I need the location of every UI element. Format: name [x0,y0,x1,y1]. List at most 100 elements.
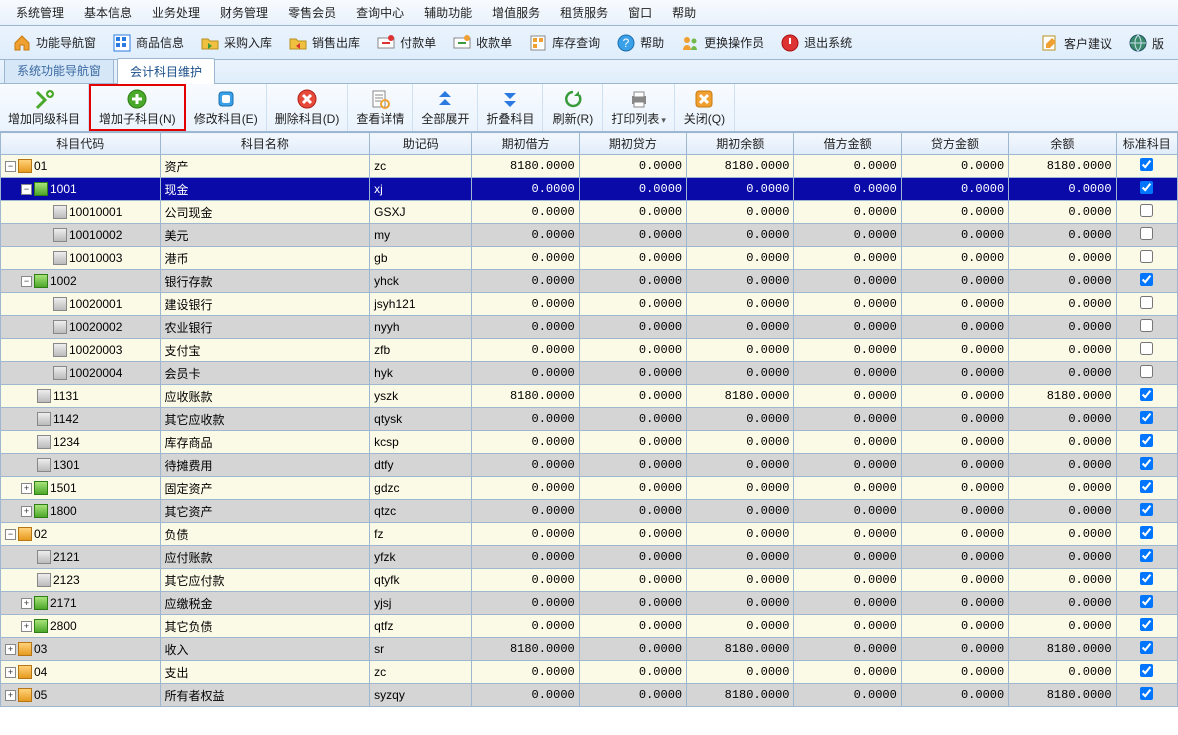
action-add-peer[interactable]: 增加同级科目 [0,84,89,131]
std-checkbox[interactable] [1140,411,1153,424]
action-add-child[interactable]: 增加子科目(N) [89,84,186,131]
tab[interactable]: 系统功能导航窗 [4,57,114,83]
cell-code[interactable]: +2171 [1,592,161,615]
menu-item[interactable]: 帮助 [662,2,706,23]
tree-toggle[interactable]: + [5,690,16,701]
table-row[interactable]: 10020003 支付宝 zfb 0.0000 0.0000 0.0000 0.… [1,339,1178,362]
column-header[interactable]: 余额 [1009,133,1116,155]
std-checkbox[interactable] [1140,549,1153,562]
toolbar-button-grid[interactable]: 商品信息 [106,31,190,55]
table-row[interactable]: 10020002 农业银行 nyyh 0.0000 0.0000 0.0000 … [1,316,1178,339]
table-row[interactable]: 10020004 会员卡 hyk 0.0000 0.0000 0.0000 0.… [1,362,1178,385]
toolbar-button-stock[interactable]: 库存查询 [522,31,606,55]
std-checkbox[interactable] [1140,204,1153,217]
cell-code[interactable]: −1002 [1,270,161,293]
menu-item[interactable]: 业务处理 [142,2,210,23]
cell-code[interactable]: −1001 [1,178,161,201]
std-checkbox[interactable] [1140,388,1153,401]
column-header[interactable]: 期初借方 [472,133,579,155]
toolbar-button-recv[interactable]: 收款单 [446,31,518,55]
menu-item[interactable]: 查询中心 [346,2,414,23]
tree-toggle[interactable]: + [21,621,32,632]
table-row[interactable]: 1234 库存商品 kcsp 0.0000 0.0000 0.0000 0.00… [1,431,1178,454]
toolbar-button-help[interactable]: ?帮助 [610,31,670,55]
column-header[interactable]: 借方金额 [794,133,901,155]
cell-code[interactable]: −01 [1,155,161,178]
tree-toggle[interactable]: + [21,598,32,609]
toolbar-button-globe[interactable]: 版 [1122,31,1170,55]
menu-item[interactable]: 窗口 [618,2,662,23]
toolbar-button-user[interactable]: 更换操作员 [674,31,770,55]
toolbar-button-folder-out[interactable]: 销售出库 [282,31,366,55]
std-checkbox[interactable] [1140,457,1153,470]
cell-code[interactable]: 10010001 [1,201,161,224]
cell-code[interactable]: +1501 [1,477,161,500]
std-checkbox[interactable] [1140,365,1153,378]
cell-code[interactable]: +03 [1,638,161,661]
cell-code[interactable]: 10010003 [1,247,161,270]
menu-item[interactable]: 辅助功能 [414,2,482,23]
action-delete[interactable]: 删除科目(D) [267,84,349,131]
column-header[interactable]: 标准科目 [1116,133,1177,155]
table-row[interactable]: +2171 应缴税金 yjsj 0.0000 0.0000 0.0000 0.0… [1,592,1178,615]
table-row[interactable]: +03 收入 sr 8180.0000 0.0000 8180.0000 0.0… [1,638,1178,661]
std-checkbox[interactable] [1140,641,1153,654]
std-checkbox[interactable] [1140,181,1153,194]
cell-code[interactable]: 2121 [1,546,161,569]
cell-code[interactable]: +04 [1,661,161,684]
action-detail[interactable]: 查看详情 [348,84,413,131]
toolbar-button-note[interactable]: 客户建议 [1034,31,1118,55]
cell-code[interactable]: 10020001 [1,293,161,316]
tree-toggle[interactable]: + [5,667,16,678]
tab[interactable]: 会计科目维护 [117,58,215,84]
std-checkbox[interactable] [1140,480,1153,493]
cell-code[interactable]: 10020002 [1,316,161,339]
table-row[interactable]: 2121 应付账款 yfzk 0.0000 0.0000 0.0000 0.00… [1,546,1178,569]
cell-code[interactable]: 10020004 [1,362,161,385]
action-collapse[interactable]: 折叠科目 [478,84,543,131]
column-header[interactable]: 期初余额 [687,133,794,155]
menu-item[interactable]: 系统管理 [6,2,74,23]
tree-toggle[interactable]: − [5,529,16,540]
table-row[interactable]: 1131 应收账款 yszk 8180.0000 0.0000 8180.000… [1,385,1178,408]
cell-code[interactable]: 1301 [1,454,161,477]
action-close[interactable]: 关闭(Q) [675,84,735,131]
cell-code[interactable]: −02 [1,523,161,546]
std-checkbox[interactable] [1140,618,1153,631]
action-edit[interactable]: 修改科目(E) [186,84,267,131]
toolbar-button-home[interactable]: 功能导航窗 [6,31,102,55]
std-checkbox[interactable] [1140,250,1153,263]
tree-toggle[interactable]: − [21,184,32,195]
table-row[interactable]: 2123 其它应付款 qtyfk 0.0000 0.0000 0.0000 0.… [1,569,1178,592]
cell-code[interactable]: 1142 [1,408,161,431]
std-checkbox[interactable] [1140,687,1153,700]
std-checkbox[interactable] [1140,572,1153,585]
cell-code[interactable]: 10010002 [1,224,161,247]
std-checkbox[interactable] [1140,342,1153,355]
column-header[interactable]: 科目代码 [1,133,161,155]
table-row[interactable]: −1002 银行存款 yhck 0.0000 0.0000 0.0000 0.0… [1,270,1178,293]
menu-item[interactable]: 租赁服务 [550,2,618,23]
column-header[interactable]: 贷方金额 [901,133,1008,155]
action-refresh[interactable]: 刷新(R) [543,84,603,131]
table-row[interactable]: 10020001 建设银行 jsyh121 0.0000 0.0000 0.00… [1,293,1178,316]
std-checkbox[interactable] [1140,273,1153,286]
std-checkbox[interactable] [1140,319,1153,332]
column-header[interactable]: 期初贷方 [579,133,686,155]
column-header[interactable]: 科目名称 [160,133,370,155]
table-row[interactable]: +04 支出 zc 0.0000 0.0000 0.0000 0.0000 0.… [1,661,1178,684]
table-row[interactable]: +1501 固定资产 gdzc 0.0000 0.0000 0.0000 0.0… [1,477,1178,500]
table-row[interactable]: 10010002 美元 my 0.0000 0.0000 0.0000 0.00… [1,224,1178,247]
table-row[interactable]: +2800 其它负债 qtfz 0.0000 0.0000 0.0000 0.0… [1,615,1178,638]
std-checkbox[interactable] [1140,227,1153,240]
cell-code[interactable]: 1131 [1,385,161,408]
table-row[interactable]: −02 负债 fz 0.0000 0.0000 0.0000 0.0000 0.… [1,523,1178,546]
tree-toggle[interactable]: − [5,161,16,172]
column-header[interactable]: 助记码 [370,133,472,155]
cell-code[interactable]: 10020003 [1,339,161,362]
table-row[interactable]: 1142 其它应收款 qtysk 0.0000 0.0000 0.0000 0.… [1,408,1178,431]
cell-code[interactable]: +1800 [1,500,161,523]
std-checkbox[interactable] [1140,503,1153,516]
action-expand[interactable]: 全部展开 [413,84,478,131]
table-row[interactable]: +1800 其它资产 qtzc 0.0000 0.0000 0.0000 0.0… [1,500,1178,523]
